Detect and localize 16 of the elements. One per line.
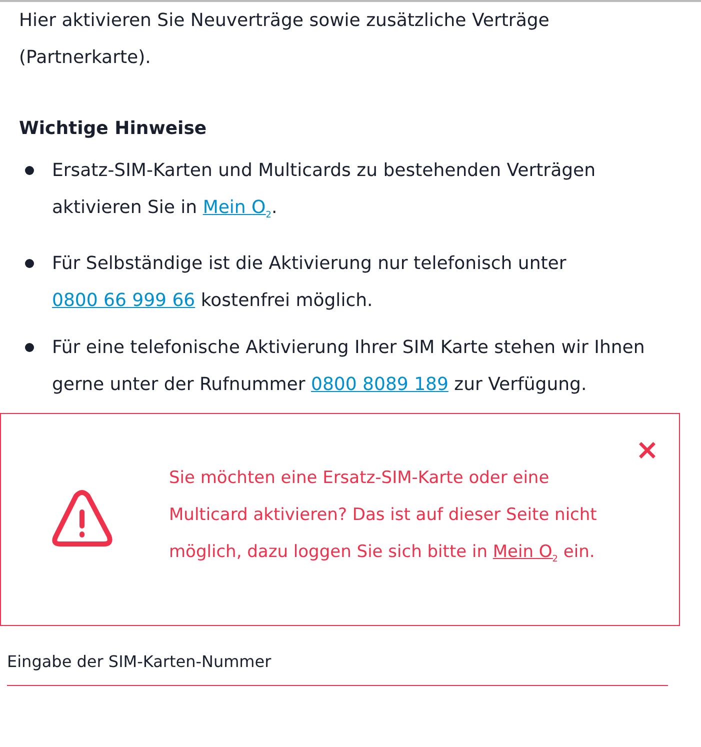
bullet-icon (25, 258, 34, 268)
bullet-icon (25, 342, 34, 352)
alert-link[interactable]: Mein O$_{2}$ (492, 542, 558, 562)
warning-icon (51, 490, 113, 548)
section-heading: Wichtige Hinweise (19, 117, 208, 141)
note-link[interactable]: 0800 66 999 66 (52, 290, 196, 311)
close-button[interactable]: × (636, 436, 659, 464)
note-text: Für Selbständige ist die Aktivierung nur telefonisch unter 0800 66 999 66 kostenfrei möglich. (52, 252, 568, 313)
bullet-icon (25, 166, 34, 175)
sim-number-field[interactable]: Eingabe der SIM-Karten-Nummer (7, 652, 668, 686)
note-link[interactable]: Mein O$_{2}$ (202, 197, 272, 218)
intro-text: Hier aktivieren Sie Neuverträge sowie zusätzliche Verträge (Partnerkarte). (19, 9, 550, 70)
note-text: Ersatz-SIM-Karten und Multicards zu bestehenden Verträgen aktivieren Sie in Mein O$_{2}$. (52, 159, 597, 223)
note-text: Für eine telefonische Aktivierung Ihrer SIM Karte stehen wir Ihnen gerne unter der Rufnummer 0800 8089 189 zur Verfügung. (52, 336, 646, 397)
note-link[interactable]: 0800 8089 189 (311, 374, 448, 395)
alert-text: Sie möchten eine Ersatz-SIM-Karte oder eine Multicard aktivieren? Das ist auf dieser Seite nicht möglich, dazu loggen Sie sich bitte in Mein O$_{2}$ ein. (169, 466, 598, 566)
